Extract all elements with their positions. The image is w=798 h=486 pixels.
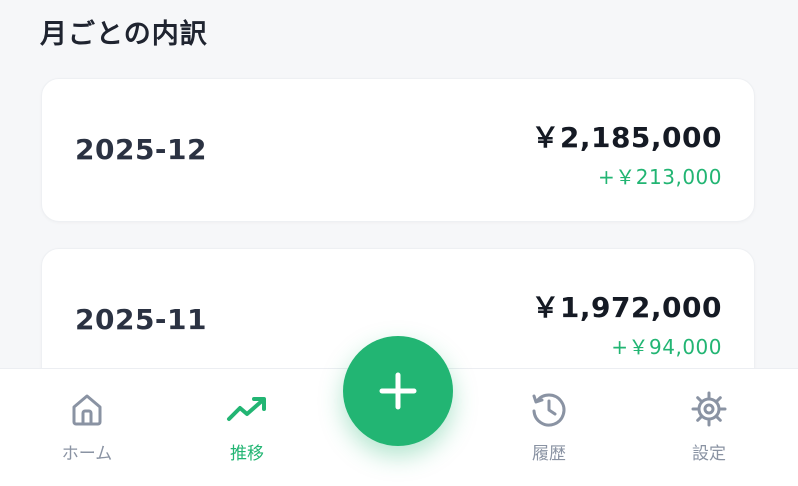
tab-home[interactable]: ホーム	[27, 389, 147, 469]
home-icon	[72, 394, 102, 426]
tab-trend[interactable]: 推移	[187, 389, 307, 469]
month-label: 2025-12	[75, 133, 208, 166]
month-total: ￥2,185,000	[531, 121, 722, 154]
month-change: +￥213,000	[598, 165, 722, 189]
tab-home-label: ホーム	[61, 444, 113, 464]
screen: 月ごとの内訳 2025-12 ￥2,185,000 +￥213,000 2025…	[0, 0, 798, 486]
tab-settings[interactable]: 設定	[649, 389, 769, 469]
tab-history[interactable]: 履歴	[489, 389, 609, 469]
gear-icon	[691, 391, 727, 427]
tab-trend-label: 推移	[230, 444, 264, 464]
month-card-2025-12[interactable]: 2025-12 ￥2,185,000 +￥213,000	[41, 78, 755, 222]
tab-settings-label: 設定	[692, 444, 726, 464]
trend-icon	[227, 397, 266, 421]
month-total: ￥1,972,000	[531, 291, 722, 324]
history-icon	[532, 393, 566, 427]
section-title: 月ごとの内訳	[40, 19, 208, 50]
add-button[interactable]	[343, 336, 453, 446]
plus-icon	[379, 372, 417, 410]
month-change: +￥94,000	[611, 335, 722, 359]
tab-history-label: 履歴	[532, 444, 566, 464]
month-label: 2025-11	[75, 303, 208, 336]
